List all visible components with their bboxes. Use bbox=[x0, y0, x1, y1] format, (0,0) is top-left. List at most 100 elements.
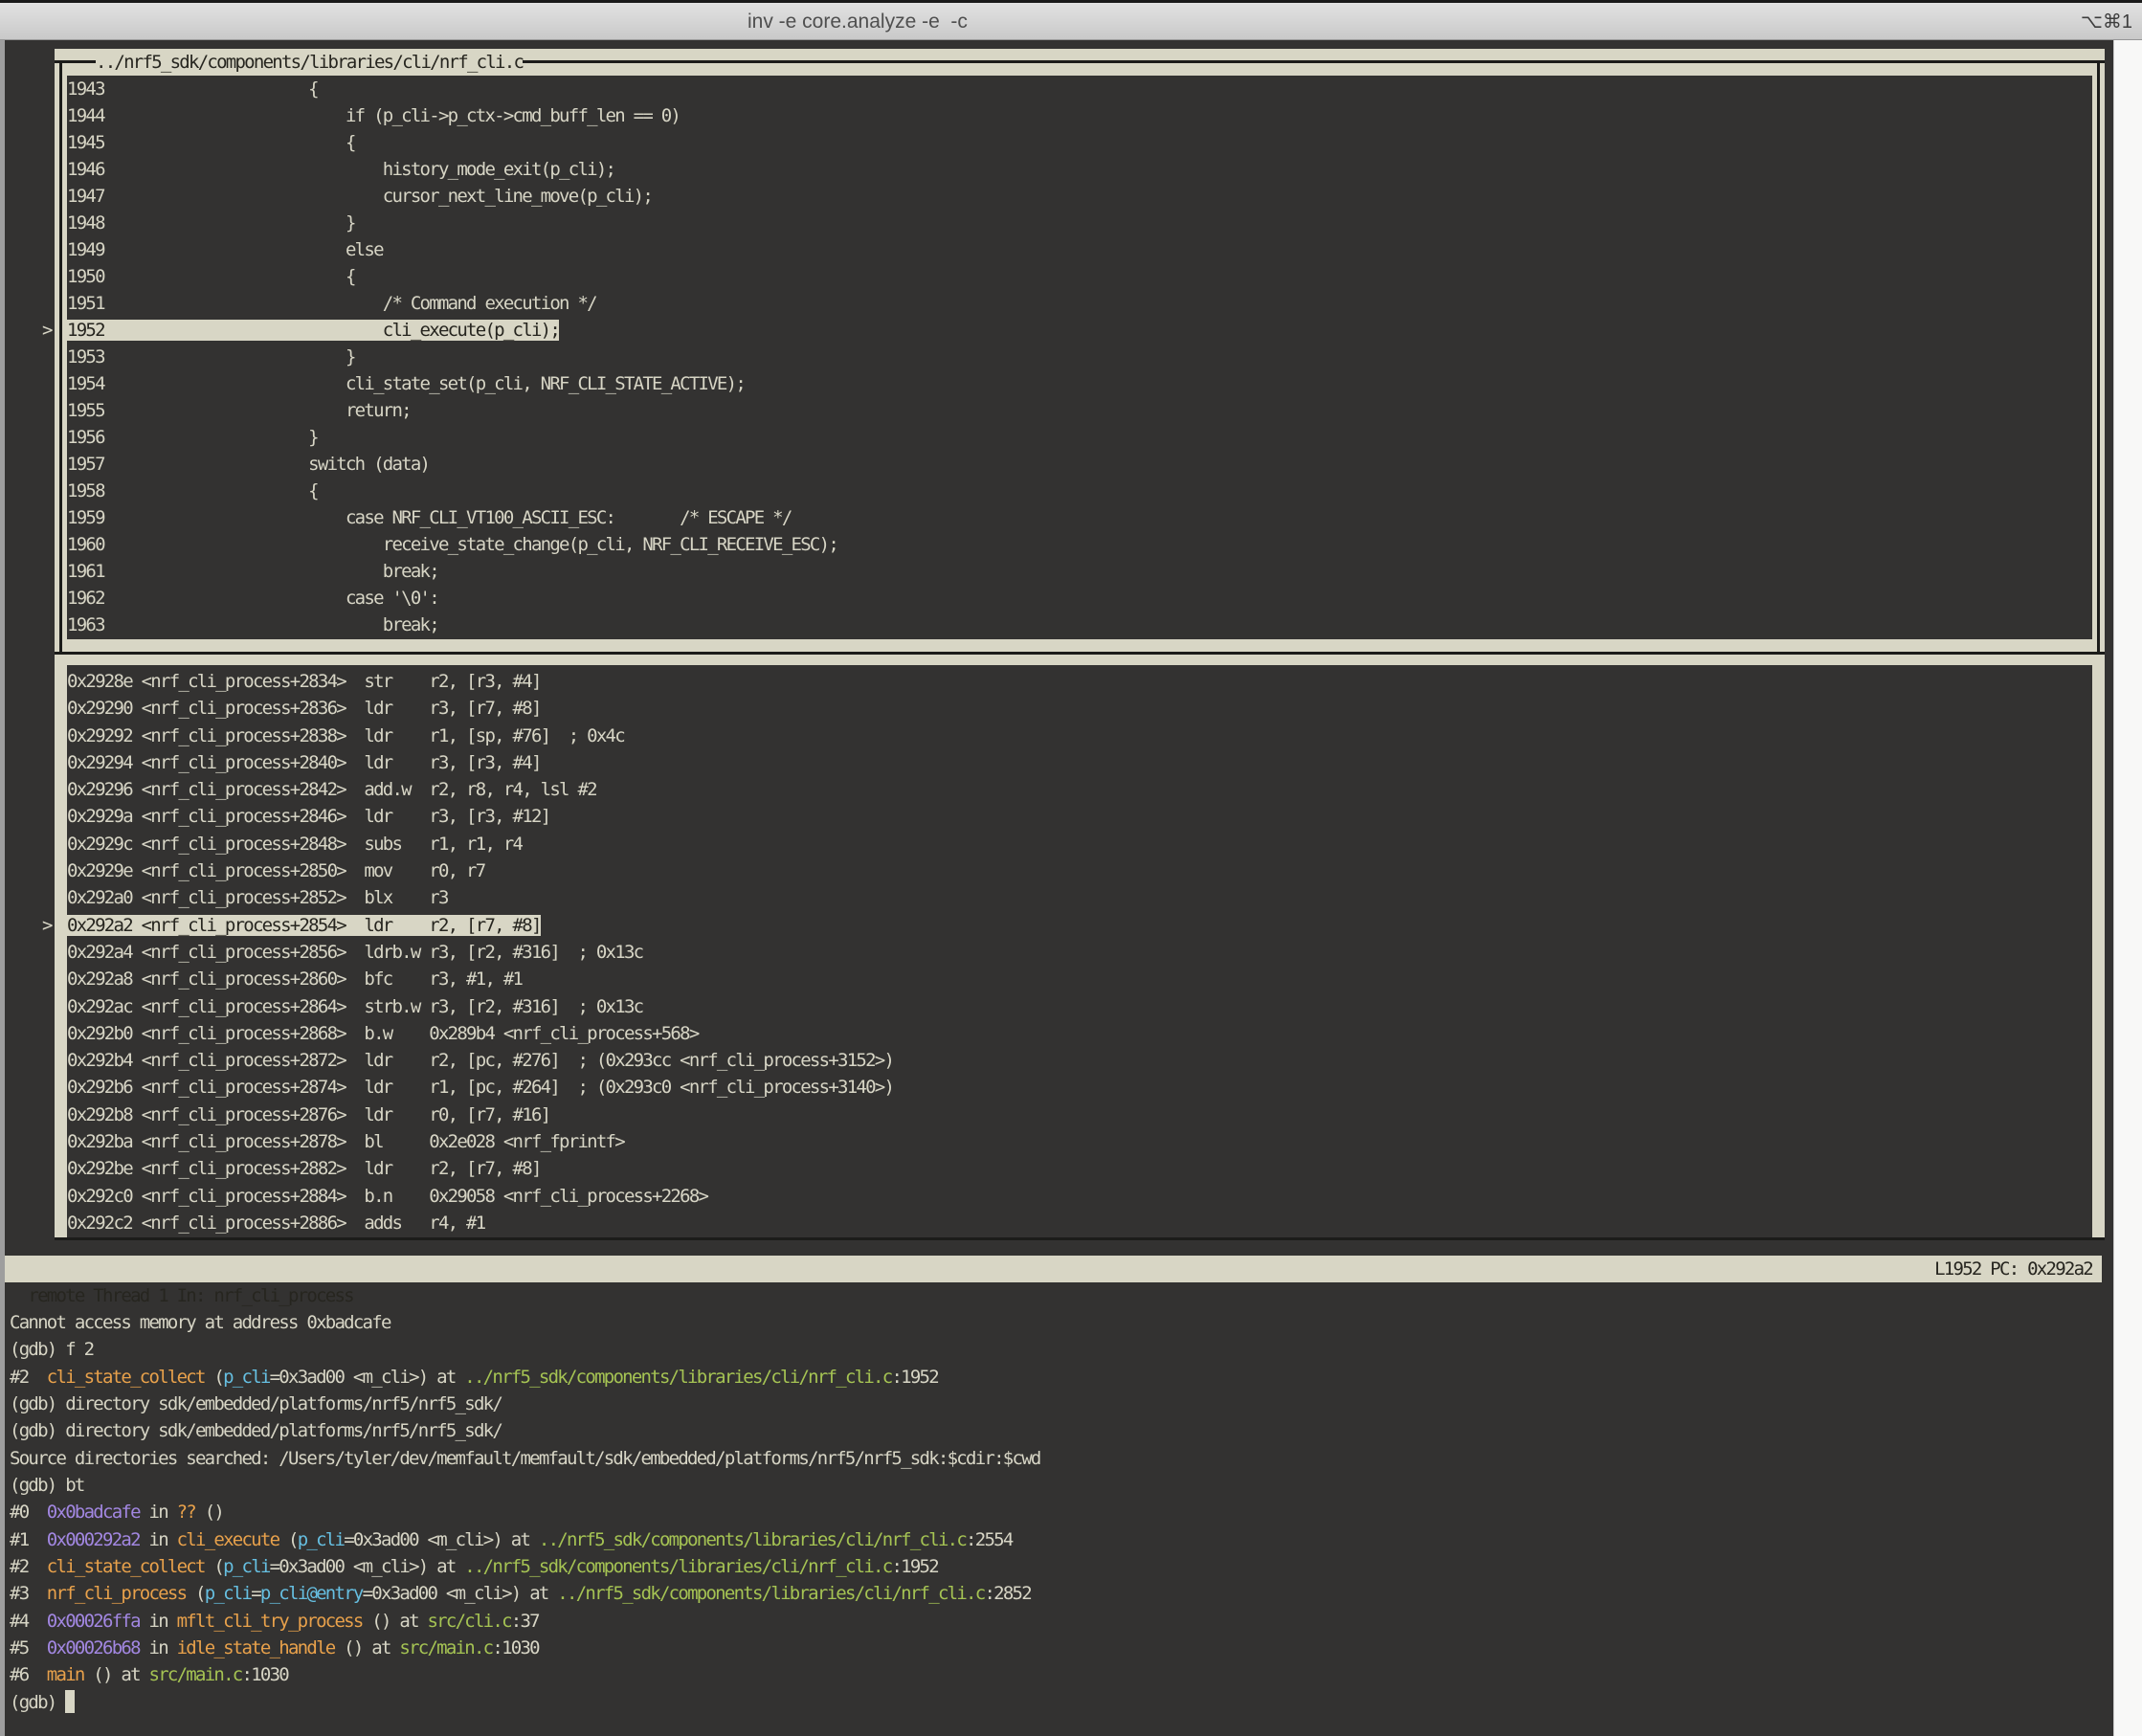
disassembly-line: 0x292b4 <nrf_cli_process+2872> ldr r2, [… bbox=[67, 1047, 2092, 1074]
console-text-segment: p_cli bbox=[223, 1556, 270, 1577]
console-line: (gdb) f 2 bbox=[10, 1336, 2106, 1363]
source-line-text: 1947 cursor_next_line_move(p_cli); bbox=[67, 186, 652, 207]
console-text-segment: p_cli bbox=[223, 1367, 270, 1388]
source-line: 1961 break; bbox=[67, 558, 2092, 585]
disassembly-line: 0x292a8 <nrf_cli_process+2860> bfc r3, #… bbox=[67, 966, 2092, 992]
console-text-segment: src/main.c bbox=[149, 1664, 242, 1685]
console-text-segment: ( bbox=[205, 1367, 223, 1388]
disassembly-line-text: 0x292b6 <nrf_cli_process+2874> ldr r1, [… bbox=[67, 1077, 893, 1098]
terminal-cursor[interactable] bbox=[65, 1690, 75, 1713]
disassembly-line-text: 0x292ba <nrf_cli_process+2878> bl 0x2e02… bbox=[67, 1131, 624, 1152]
source-line-text: 1954 cli_state_set(p_cli, NRF_CLI_STATE_… bbox=[67, 373, 745, 394]
console-text-segment: =0x3ad00 <m_cli>) at bbox=[363, 1583, 558, 1604]
console-text-segment: Source directories searched: /Users/tyle… bbox=[10, 1448, 1040, 1469]
source-line: 1950 { bbox=[67, 263, 2092, 290]
source-line-text: 1950 { bbox=[67, 266, 355, 287]
console-text-segment: ( bbox=[186, 1583, 204, 1604]
console-text-segment: in bbox=[140, 1637, 177, 1658]
source-line-text: 1957 switch (data) bbox=[67, 454, 429, 475]
console-text-segment: p_cli bbox=[205, 1583, 252, 1604]
gdb-console[interactable]: Cannot access memory at address 0xbadcaf… bbox=[10, 1309, 2106, 1716]
disassembly-line: 0x292b6 <nrf_cli_process+2874> ldr r1, [… bbox=[67, 1074, 2092, 1101]
current-instruction-marker: > bbox=[42, 912, 65, 939]
console-text-segment: () at bbox=[84, 1664, 149, 1685]
console-text-segment: cli_execute bbox=[177, 1529, 279, 1550]
source-line: 1957 switch (data) bbox=[67, 451, 2092, 478]
disassembly-line: 0x292ac <nrf_cli_process+2864> strb.w r3… bbox=[67, 993, 2092, 1020]
disassembly-line-text: 0x2929c <nrf_cli_process+2848> subs r1, … bbox=[67, 834, 522, 855]
current-source-line-marker: > bbox=[42, 317, 65, 344]
console-text-segment: in bbox=[140, 1502, 177, 1523]
source-line-text: 1949 else bbox=[67, 239, 383, 260]
disassembly-line: 0x29290 <nrf_cli_process+2836> ldr r3, [… bbox=[67, 695, 2092, 722]
console-line: (gdb) directory sdk/embedded/platforms/n… bbox=[10, 1391, 2106, 1417]
console-text-segment: src/cli.c bbox=[427, 1611, 510, 1632]
source-line-current: 1952 cli_execute(p_cli); bbox=[67, 317, 2092, 344]
disassembly-line: 0x292c2 <nrf_cli_process+2886> adds r4, … bbox=[67, 1210, 2092, 1236]
console-text-segment: #4 bbox=[10, 1611, 47, 1632]
console-text-segment: (gdb) bt bbox=[10, 1475, 84, 1496]
disassembly-line: 0x292a0 <nrf_cli_process+2852> blx r3 bbox=[67, 884, 2092, 911]
console-text-segment: #5 bbox=[10, 1637, 47, 1658]
console-line: Source directories searched: /Users/tyle… bbox=[10, 1445, 2106, 1472]
status-bar-right: L1952 PC: 0x292a2 bbox=[1934, 1256, 2092, 1282]
source-line: 1954 cli_state_set(p_cli, NRF_CLI_STATE_… bbox=[67, 370, 2092, 397]
source-window: ../nrf5_sdk/components/libraries/cli/nrf… bbox=[55, 49, 2105, 655]
disassembly-line: 0x292b0 <nrf_cli_process+2868> b.w 0x289… bbox=[67, 1020, 2092, 1047]
source-line: 1944 if (p_cli->p_ctx->cmd_buff_len == 0… bbox=[67, 102, 2092, 129]
disassembly-lines: 0x2928e <nrf_cli_process+2834> str r2, [… bbox=[67, 665, 2092, 1240]
console-text-segment: in bbox=[140, 1611, 177, 1632]
disassembly-line-text: 0x292b8 <nrf_cli_process+2876> ldr r0, [… bbox=[67, 1104, 549, 1125]
source-line: 1948 } bbox=[67, 210, 2092, 236]
window-left-edge bbox=[0, 40, 5, 1736]
source-line-text: 1958 { bbox=[67, 480, 318, 501]
disassembly-line-text: 0x2929a <nrf_cli_process+2846> ldr r3, [… bbox=[67, 806, 549, 827]
source-line-text: 1952 cli_execute(p_cli); bbox=[67, 320, 559, 341]
console-line: #2 cli_state_collect (p_cli=0x3ad00 <m_c… bbox=[10, 1553, 2106, 1580]
disassembly-line-text: 0x292b4 <nrf_cli_process+2872> ldr r2, [… bbox=[67, 1050, 893, 1071]
source-line-text: 1945 { bbox=[67, 132, 355, 153]
disassembly-line: 0x292be <nrf_cli_process+2882> ldr r2, [… bbox=[67, 1155, 2092, 1182]
console-text-segment: = bbox=[251, 1583, 260, 1604]
console-line: #3 nrf_cli_process (p_cli=p_cli@entry=0x… bbox=[10, 1580, 2106, 1607]
console-line: #5 0x00026b68 in idle_state_handle () at… bbox=[10, 1635, 2106, 1661]
screen: { "window": { "title": "inv -e core.anal… bbox=[0, 0, 2142, 1736]
disassembly-line-text: 0x292a4 <nrf_cli_process+2856> ldrb.w r3… bbox=[67, 942, 642, 963]
disassembly-line-text: 0x292be <nrf_cli_process+2882> ldr r2, [… bbox=[67, 1158, 541, 1179]
console-text-segment: cli_state_collect bbox=[47, 1367, 205, 1388]
console-line: #2 cli_state_collect (p_cli=0x3ad00 <m_c… bbox=[10, 1364, 2106, 1391]
disassembly-line: 0x292ba <nrf_cli_process+2878> bl 0x2e02… bbox=[67, 1128, 2092, 1155]
console-text-segment: =0x3ad00 <m_cli>) at bbox=[344, 1529, 539, 1550]
disassembly-line: 0x292a4 <nrf_cli_process+2856> ldrb.w r3… bbox=[67, 939, 2092, 966]
source-line: 1949 else bbox=[67, 236, 2092, 263]
source-line-text: 1953 } bbox=[67, 346, 355, 367]
scrollbar[interactable] bbox=[2113, 40, 2142, 1736]
source-line-text: 1959 case NRF_CLI_VT100_ASCII_ESC: /* ES… bbox=[67, 507, 792, 528]
source-window-title: ../nrf5_sdk/components/libraries/cli/nrf… bbox=[96, 51, 523, 74]
source-line-text: 1960 receive_state_change(p_cli, NRF_CLI… bbox=[67, 534, 837, 555]
console-text-segment: (gdb) bbox=[10, 1692, 65, 1713]
window-titlebar[interactable]: inv -e core.analyze -e -c ⌥⌘1 bbox=[0, 0, 2142, 40]
console-text-segment: 0x0badcafe bbox=[47, 1502, 140, 1523]
source-line: 1945 { bbox=[67, 129, 2092, 156]
console-text-segment: 0x00026ffa bbox=[47, 1611, 140, 1632]
console-line: (gdb) bbox=[10, 1689, 2106, 1716]
console-text-segment: :37 bbox=[511, 1611, 539, 1632]
console-line: #6 main () at src/main.c:1030 bbox=[10, 1661, 2106, 1688]
disassembly-line: 0x292b8 <nrf_cli_process+2876> ldr r0, [… bbox=[67, 1102, 2092, 1128]
disassembly-line: 0x2928e <nrf_cli_process+2834> str r2, [… bbox=[67, 668, 2092, 695]
status-bar-left: remote Thread 1 In: nrf_cli_process bbox=[28, 1285, 352, 1306]
console-text-segment: #2 bbox=[10, 1556, 47, 1577]
disassembly-line-text: 0x2928e <nrf_cli_process+2834> str r2, [… bbox=[67, 671, 541, 692]
source-line-text: 1943 { bbox=[67, 78, 318, 100]
console-text-segment: 0x000292a2 bbox=[47, 1529, 140, 1550]
console-text-segment: (gdb) f 2 bbox=[10, 1339, 93, 1360]
source-line-text: 1948 } bbox=[67, 212, 355, 234]
source-line-text: 1963 break; bbox=[67, 614, 438, 635]
source-line: 1958 { bbox=[67, 478, 2092, 504]
source-line: 1947 cursor_next_line_move(p_cli); bbox=[67, 183, 2092, 210]
console-text-segment: #2 bbox=[10, 1367, 47, 1388]
disassembly-line-text: 0x29292 <nrf_cli_process+2838> ldr r1, [… bbox=[67, 725, 624, 746]
source-line: 1963 break; bbox=[67, 612, 2092, 638]
source-line-text: 1951 /* Command execution */ bbox=[67, 293, 596, 314]
